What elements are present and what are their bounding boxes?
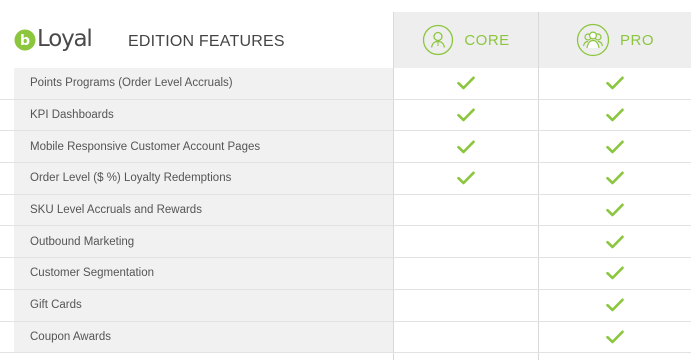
edition-label-core: CORE: [464, 31, 510, 49]
edition-header-core: CORE: [394, 12, 538, 68]
feature-row: Gift Cards: [0, 289, 691, 322]
feature-cell-core: [394, 195, 538, 226]
feature-row: Customer Segmentation: [0, 258, 691, 290]
feature-name: Points Programs (Order Level Accruals): [14, 68, 393, 99]
feature-cell-pro: [539, 131, 691, 162]
checkmark-icon: [606, 298, 624, 312]
feature-name: Order Level ($ %) Loyalty Redemptions: [14, 163, 393, 194]
checkmark-icon: [606, 76, 624, 90]
feature-row: Outbound Marketing: [0, 226, 691, 259]
feature-name: KPI Dashboards: [14, 99, 393, 131]
checkmark-icon: [606, 108, 624, 122]
checkmark-icon: [606, 235, 624, 249]
feature-row: KPI Dashboards: [0, 99, 691, 132]
feature-cell-core: [394, 322, 538, 353]
logo-mark: b: [14, 29, 36, 51]
feature-cell-pro: [539, 290, 691, 321]
feature-cell-pro: [539, 68, 691, 99]
table-header: b Loyal EDITION FEATURES CORE PRO: [0, 0, 691, 68]
bloyal-logo: b Loyal: [14, 25, 93, 54]
feature-name: Outbound Marketing: [14, 226, 393, 258]
feature-cell-pro: [539, 100, 691, 131]
edition-comparison-page: b Loyal EDITION FEATURES CORE PRO Points…: [0, 0, 691, 360]
checkmark-icon: [457, 108, 475, 122]
feature-name: SKU Level Accruals and Rewards: [14, 194, 393, 226]
feature-cell-pro: [539, 195, 691, 226]
feature-cell-core: [394, 163, 538, 194]
edition-header-pro: PRO: [539, 12, 691, 68]
feature-cell-pro: [539, 226, 691, 257]
checkmark-icon: [457, 140, 475, 154]
checkmark-icon: [606, 266, 624, 280]
feature-cell-core: [394, 131, 538, 162]
feature-cell-core: [394, 258, 538, 289]
logo-text: Loyal: [37, 25, 93, 52]
feature-cell-core: [394, 68, 538, 99]
checkmark-icon: [457, 76, 475, 90]
feature-name: Mobile Responsive Customer Account Pages: [14, 131, 393, 163]
edition-label-pro: PRO: [619, 31, 654, 49]
feature-cell-pro: [539, 322, 691, 353]
checkmark-icon: [606, 203, 624, 217]
feature-cell-core: [394, 100, 538, 131]
feature-cell-core: [394, 226, 538, 257]
feature-row: Mobile Responsive Customer Account Pages: [0, 131, 691, 164]
feature-name: Customer Segmentation: [14, 258, 393, 289]
feature-rows: Points Programs (Order Level Accruals) KP…: [0, 68, 691, 354]
feature-row: SKU Level Accruals and Rewards: [0, 194, 691, 227]
page-title: EDITION FEATURES: [128, 33, 285, 50]
feature-cell-core: [394, 290, 538, 321]
user-group-icon: [576, 23, 610, 57]
feature-name: Coupon Awards: [14, 321, 393, 353]
logo-letter: b: [20, 33, 30, 49]
single-user-icon: [422, 24, 454, 56]
checkmark-icon: [606, 330, 624, 344]
feature-name: Gift Cards: [14, 289, 393, 321]
feature-row: Coupon Awards: [0, 321, 691, 354]
feature-cell-pro: [539, 258, 691, 289]
feature-row: Points Programs (Order Level Accruals): [0, 68, 691, 100]
checkmark-icon: [606, 140, 624, 154]
feature-cell-pro: [539, 163, 691, 194]
feature-row: Order Level ($ %) Loyalty Redemptions: [0, 163, 691, 195]
checkmark-icon: [457, 171, 475, 185]
checkmark-icon: [606, 171, 624, 185]
